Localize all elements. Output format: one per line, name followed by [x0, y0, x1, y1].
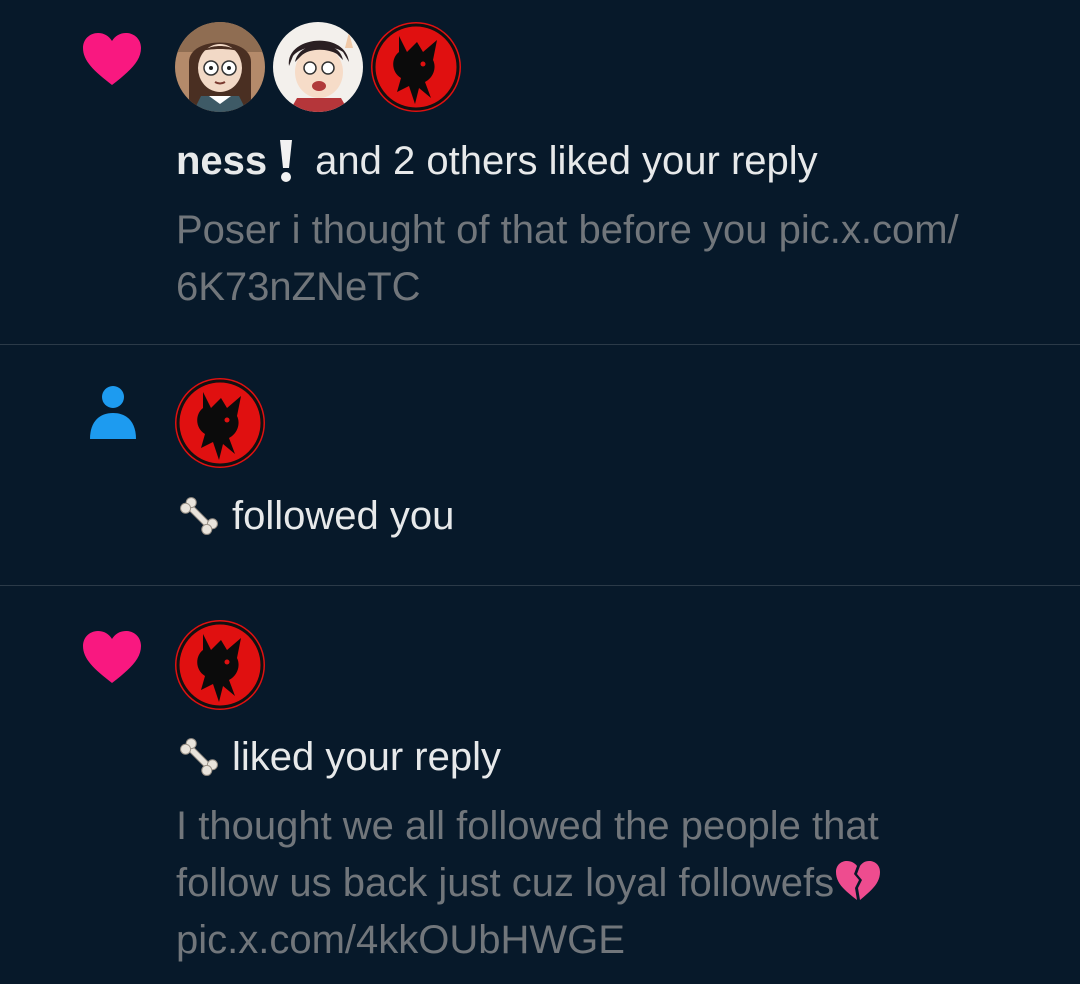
- bone-emoji: [180, 497, 218, 535]
- avatar-girl[interactable]: [175, 22, 265, 112]
- heart-icon: [83, 33, 141, 85]
- notification-action: followed you: [232, 493, 455, 538]
- broken-heart-emoji: [836, 861, 881, 900]
- reply-text: Poser i thought of that before you pic.x…: [176, 202, 1056, 316]
- reply-line: 6K73nZNeTC: [176, 265, 421, 309]
- avatar-red-silhouette[interactable]: [175, 378, 265, 468]
- exclamation-emoji: [280, 140, 293, 182]
- avatar-boy[interactable]: [273, 22, 363, 112]
- actor-name[interactable]: ness: [176, 139, 267, 184]
- notification-like[interactable]: liked your reply I thought we all follow…: [0, 586, 1080, 984]
- reply-text: I thought we all followed the people tha…: [176, 798, 1056, 969]
- notification-follow[interactable]: followed you: [0, 345, 1080, 586]
- bone-emoji: [180, 738, 218, 776]
- notification-action: and 2 others liked your reply: [315, 138, 818, 183]
- notification-action: liked your reply: [232, 734, 502, 779]
- reply-line: I thought we all followed the people tha…: [176, 804, 879, 848]
- reply-line: follow us back just cuz loyal followefs: [176, 861, 835, 905]
- heart-icon: [83, 631, 141, 683]
- reply-line-with-emoji: follow us back just cuz loyal followefs: [176, 855, 1056, 912]
- notification-like[interactable]: ness and 2 others liked your reply Poser…: [0, 0, 1080, 345]
- reply-line: pic.x.com/4kkOUbHWGE: [176, 918, 625, 962]
- avatar-red-silhouette[interactable]: [371, 22, 461, 112]
- avatar-red-silhouette[interactable]: [175, 620, 265, 710]
- notifications-feed: ness and 2 others liked your reply Poser…: [0, 0, 1080, 984]
- reply-line: Poser i thought of that before you pic.x…: [176, 208, 959, 252]
- person-icon: [90, 386, 136, 439]
